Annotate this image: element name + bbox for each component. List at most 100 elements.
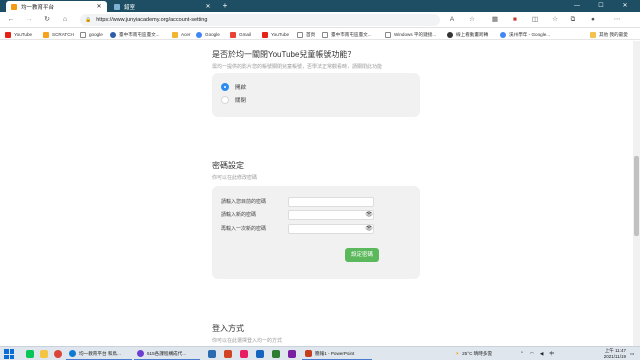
folder-icon	[172, 31, 178, 38]
other-bookmarks[interactable]: 其他 我的最愛	[590, 30, 628, 39]
url-field[interactable]: 🔒 https://www.junyiacademy.org/account-s…	[80, 14, 440, 26]
bookmark-item[interactable]: SCRATCH	[43, 30, 74, 39]
lock-icon: 🔒	[85, 17, 92, 23]
favorite-star-icon[interactable]: ☆	[467, 15, 477, 25]
wifi-icon[interactable]: ◠	[530, 351, 534, 357]
tab-title: 錯室	[124, 4, 136, 11]
reload-icon[interactable]: ↻	[42, 15, 52, 25]
bookmark-item[interactable]: Google	[196, 30, 220, 39]
collections-icon[interactable]: ⧉	[568, 15, 578, 25]
grid-extension-icon[interactable]: ▦	[490, 15, 500, 25]
split-screen-icon[interactable]: ◫	[530, 15, 540, 25]
current-password-input[interactable]	[288, 197, 374, 207]
bookmark-item[interactable]: Gmail	[230, 30, 251, 39]
scrollbar[interactable]	[633, 41, 640, 346]
tab-close-icon[interactable]: ✕	[205, 3, 211, 10]
notification-icon[interactable]: ▭	[630, 347, 634, 361]
close-window-button[interactable]: ✕	[616, 0, 634, 12]
confirm-password-label: 再輸入一次新的密碼	[221, 226, 267, 232]
eye-icon[interactable]: 👁	[365, 225, 373, 233]
read-aloud-icon[interactable]: A	[447, 15, 457, 25]
radio-option-on[interactable]: 開啟	[221, 83, 246, 91]
app-icon[interactable]	[238, 348, 250, 360]
bookmark-item[interactable]: 溪州學年 - Google...	[500, 30, 550, 39]
youtube-icon	[5, 31, 11, 38]
clock-date: 2021/11/19	[603, 354, 626, 359]
address-bar: ← → ↻ ⌂ 🔒 https://www.junyiacademy.org/a…	[0, 12, 640, 28]
page-icon	[80, 31, 86, 38]
login-method-title: 登入方式	[212, 324, 244, 333]
page-favicon-icon	[114, 3, 120, 10]
taskbar-window-browser[interactable]: 515各課程構成代...	[134, 348, 200, 360]
anime-icon	[447, 31, 453, 38]
favorites-icon[interactable]: ☆	[550, 15, 560, 25]
bookmark-item[interactable]: google	[80, 30, 103, 39]
bookmark-item[interactable]: 臺中市南屯區臺文...	[322, 30, 372, 39]
app-icon[interactable]	[254, 348, 266, 360]
eye-icon[interactable]: 👁	[365, 211, 373, 219]
file-explorer-icon[interactable]	[38, 348, 50, 360]
home-icon[interactable]: ⌂	[60, 15, 70, 25]
minimize-button[interactable]: —	[568, 0, 586, 12]
radio-label: 關閉	[235, 98, 247, 104]
tab-second[interactable]: 錯室 ✕	[109, 1, 216, 12]
start-button[interactable]	[4, 349, 14, 359]
tab-close-icon[interactable]: ✕	[96, 3, 102, 10]
extension-badge-icon[interactable]: ■	[510, 15, 520, 25]
more-menu-icon[interactable]: ⋯	[612, 15, 622, 25]
powerpoint-icon	[305, 350, 312, 357]
current-password-row: 請輸入您目前的密碼	[221, 197, 411, 207]
weather-sun-icon: ☀	[455, 351, 460, 356]
chrome-icon[interactable]	[52, 348, 64, 360]
taskbar-window-edge[interactable]: 均一教育平台 和鳥...	[66, 348, 132, 360]
radio-option-off[interactable]: 關閉	[221, 96, 246, 104]
bookmark-item[interactable]: Windows 平的鏈接...	[385, 30, 436, 39]
app-icon[interactable]	[206, 348, 218, 360]
maximize-button[interactable]: ☐	[592, 0, 610, 12]
chevron-up-icon[interactable]: ⌃	[520, 351, 524, 357]
confirm-password-input[interactable]	[288, 224, 374, 234]
bookmarks-bar: YouTube SCRATCH google 臺中市南屯區臺文... Acer …	[0, 29, 640, 40]
set-password-button[interactable]: 設定密碼	[345, 248, 379, 262]
bookmark-item[interactable]: 首頁	[297, 30, 315, 39]
bookmark-item[interactable]: YouTube	[5, 30, 32, 39]
ime-indicator[interactable]: 中	[549, 351, 554, 357]
app-icon[interactable]	[222, 348, 234, 360]
back-icon[interactable]: ←	[6, 15, 16, 25]
bookmark-item[interactable]: 線上看動畫跨轉	[447, 30, 488, 39]
folder-icon	[590, 31, 596, 38]
page-icon	[385, 31, 391, 38]
bookmark-item[interactable]: YouTube	[262, 30, 289, 39]
browser-tab-strip: 均一教育平台 ✕ 錯室 ✕ + — ☐ ✕	[0, 0, 640, 12]
junyi-favicon-icon	[11, 3, 17, 10]
browser-icon	[137, 350, 144, 357]
weather-widget[interactable]: ☀ 25°C 晴時多雲	[455, 347, 492, 361]
volume-icon[interactable]: ◀	[540, 351, 544, 357]
account-setting-page: 是否於均一關閉YouTube兒童帳號功能？ 需均一提供的影片您的帳號關閉兒童帳號…	[0, 41, 640, 346]
current-password-label: 請輸入您目前的密碼	[221, 199, 267, 205]
google-icon	[196, 31, 202, 38]
new-password-input[interactable]	[288, 210, 374, 220]
password-subtitle: 你可以在此修改密碼	[212, 175, 258, 181]
school-icon	[110, 31, 116, 38]
scratch-icon	[43, 31, 49, 38]
app-icon[interactable]	[286, 348, 298, 360]
system-clock[interactable]: 上午 11:47 2021/11/19	[604, 348, 626, 360]
password-title: 密碼設定	[212, 161, 244, 170]
taskbar-window-powerpoint[interactable]: 簡報1 - PowerPoint	[302, 348, 372, 360]
radio-unselected-icon[interactable]	[221, 96, 229, 104]
tray-icons[interactable]: ⌃ ◠ ◀ 中	[520, 347, 560, 361]
new-tab-button[interactable]: +	[220, 1, 230, 11]
bookmark-item[interactable]: Acer	[172, 30, 190, 39]
forward-icon[interactable]: →	[24, 15, 34, 25]
scrollbar-thumb[interactable]	[634, 156, 639, 236]
radio-label: 開啟	[235, 85, 247, 91]
profile-avatar-icon[interactable]: ●	[588, 15, 598, 25]
bookmark-item[interactable]: 臺中市南屯區臺文...	[110, 30, 160, 39]
radio-selected-icon[interactable]	[221, 83, 229, 91]
app-icon[interactable]	[270, 348, 282, 360]
line-app-icon[interactable]	[24, 348, 36, 360]
tab-title: 均一教育平台	[21, 4, 55, 11]
tab-junyi[interactable]: 均一教育平台 ✕	[6, 1, 107, 12]
login-method-subtitle: 你可以在此選擇登入均一的方式	[212, 338, 283, 344]
